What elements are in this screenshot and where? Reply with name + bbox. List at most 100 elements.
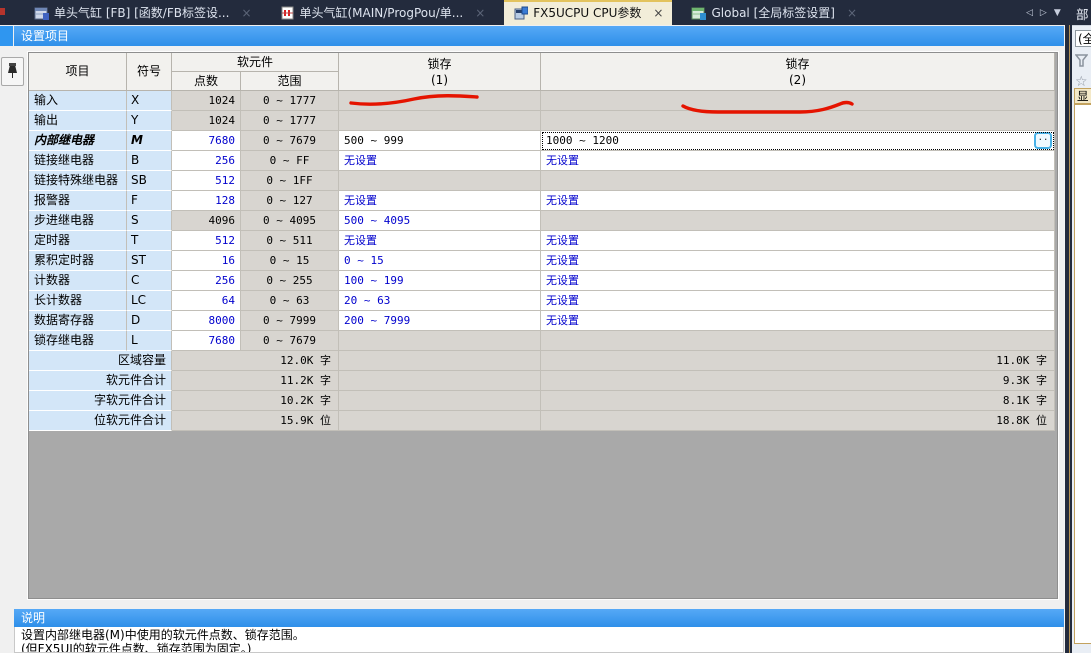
latch-cell-no-setting[interactable]: 无设置 bbox=[541, 311, 1055, 331]
document-tab-2[interactable]: FX5UCPU CPU参数× bbox=[504, 0, 672, 25]
description-line2: (但FX5UJ的软元件点数、锁存范围为固定。) bbox=[21, 642, 1063, 653]
points-cell[interactable]: 7680 bbox=[172, 331, 241, 351]
row-symbol-label: F bbox=[127, 191, 172, 211]
row-item-label: 输入 bbox=[29, 91, 127, 111]
table-row-M: 内部继电器M76800 ~ 7679500 ~ 9991000 ~ 1200.. bbox=[29, 131, 1055, 151]
latch-cell-fixed bbox=[339, 91, 541, 111]
latch-cell-value[interactable]: 0 ~ 15 bbox=[339, 251, 541, 271]
range-cell: 0 ~ 255 bbox=[241, 271, 339, 291]
col-header-latch2: 锁存 (2) bbox=[541, 53, 1055, 91]
scroll-tabs-left-icon[interactable]: ◁ bbox=[1026, 8, 1033, 18]
tab-close-icon[interactable]: × bbox=[241, 7, 251, 19]
pen-tool-button[interactable] bbox=[1, 57, 24, 86]
fb-label-editor-icon bbox=[34, 6, 49, 20]
latch-cell-fixed bbox=[541, 331, 1055, 351]
points-cell[interactable]: 7680 bbox=[172, 131, 241, 151]
description-header: 说明 bbox=[14, 609, 1064, 627]
latch-cell-no-setting[interactable]: 无设置 bbox=[339, 151, 541, 171]
gx-works3-window: 单头气缸 [FB] [函数/FB标签设...× 单头气缸(MAIN/ProgPou… bbox=[0, 0, 1091, 653]
latch-cell-value[interactable]: 500 ~ 4095 bbox=[339, 211, 541, 231]
latch-cell-value[interactable]: 100 ~ 199 bbox=[339, 271, 541, 291]
row-symbol-label: B bbox=[127, 151, 172, 171]
range-cell: 0 ~ 7679 bbox=[241, 331, 339, 351]
scroll-tabs-right-icon[interactable]: ▷ bbox=[1040, 8, 1047, 18]
row-symbol-label: Y bbox=[127, 111, 172, 131]
range-cell: 0 ~ 1777 bbox=[241, 91, 339, 111]
display-target-tab[interactable]: 显 bbox=[1074, 88, 1091, 104]
latch-cell-no-setting[interactable]: 无设置 bbox=[541, 231, 1055, 251]
latch-cell-value[interactable]: 500 ~ 999 bbox=[339, 131, 541, 151]
tab-close-icon[interactable]: × bbox=[653, 7, 663, 19]
points-cell[interactable]: 512 bbox=[172, 171, 241, 191]
document-tab-0[interactable]: 单头气缸 [FB] [函数/FB标签设...× bbox=[25, 0, 261, 25]
latch-cell-selected[interactable]: 1000 ~ 1200.. bbox=[541, 131, 1055, 151]
points-cell[interactable]: 256 bbox=[172, 271, 241, 291]
range-cell: 0 ~ 15 bbox=[241, 251, 339, 271]
summary-label: 位软元件合计 bbox=[29, 411, 172, 431]
points-cell[interactable]: 128 bbox=[172, 191, 241, 211]
row-symbol-label: L bbox=[127, 331, 172, 351]
browse-button[interactable]: .. bbox=[1034, 132, 1052, 149]
col-header-item: 项目 bbox=[29, 53, 127, 91]
points-cell[interactable]: 8000 bbox=[172, 311, 241, 331]
dock-splitter[interactable] bbox=[1064, 25, 1072, 653]
range-cell: 0 ~ 63 bbox=[241, 291, 339, 311]
row-item-label: 链接特殊继电器 bbox=[29, 171, 127, 191]
latch-cell-no-setting[interactable]: 无设置 bbox=[339, 231, 541, 251]
points-cell: 4096 bbox=[172, 211, 241, 231]
table-row-F: 报警器F1280 ~ 127无设置无设置 bbox=[29, 191, 1055, 211]
document-tab-3[interactable]: Global [全局标签设置] × bbox=[682, 0, 866, 25]
tab-close-icon[interactable]: × bbox=[847, 7, 857, 19]
latch-cell-fixed bbox=[541, 211, 1055, 231]
row-symbol-label: T bbox=[127, 231, 172, 251]
row-symbol-label: LC bbox=[127, 291, 172, 311]
element-selection-panel-title: 部 bbox=[1076, 4, 1089, 23]
summary-device-total: 15.9K 位 bbox=[172, 411, 339, 431]
row-item-label: 定时器 bbox=[29, 231, 127, 251]
row-symbol-label: D bbox=[127, 311, 172, 331]
summary-device-total: 11.2K 字 bbox=[172, 371, 339, 391]
row-item-label: 内部继电器 bbox=[29, 131, 127, 151]
row-item-label: 累积定时器 bbox=[29, 251, 127, 271]
pen-icon bbox=[6, 63, 19, 80]
table-row-LC: 长计数器LC640 ~ 6320 ~ 63无设置 bbox=[29, 291, 1055, 311]
table-row-SB: 链接特殊继电器SB5120 ~ 1FF bbox=[29, 171, 1055, 191]
latch-cell-no-setting[interactable]: 无设置 bbox=[339, 191, 541, 211]
row-item-label: 报警器 bbox=[29, 191, 127, 211]
document-tab-1[interactable]: 单头气缸(MAIN/ProgPou/单...× bbox=[271, 0, 495, 25]
tab-list-dropdown-icon[interactable]: ▼ bbox=[1054, 8, 1061, 18]
table-row-C: 计数器C2560 ~ 255100 ~ 199无设置 bbox=[29, 271, 1055, 291]
latch-cell-no-setting[interactable]: 无设置 bbox=[541, 271, 1055, 291]
latch-cell-value[interactable]: 20 ~ 63 bbox=[339, 291, 541, 311]
latch-cell-no-setting[interactable]: 无设置 bbox=[541, 191, 1055, 211]
element-filter-combobox[interactable]: (全 bbox=[1075, 30, 1091, 47]
points-cell[interactable]: 512 bbox=[172, 231, 241, 251]
latch-cell-fixed bbox=[541, 171, 1055, 191]
latch-cell-value[interactable]: 200 ~ 7999 bbox=[339, 311, 541, 331]
points-cell[interactable]: 256 bbox=[172, 151, 241, 171]
latch-cell-no-setting[interactable]: 无设置 bbox=[541, 151, 1055, 171]
description-text: 设置内部继电器(M)中使用的软元件点数、锁存范围。 (但FX5UJ的软元件点数、… bbox=[14, 627, 1064, 653]
summary-latch1-cell bbox=[339, 391, 541, 411]
points-cell[interactable]: 16 bbox=[172, 251, 241, 271]
table-row-S: 步进继电器S40960 ~ 4095500 ~ 4095 bbox=[29, 211, 1055, 231]
parameter-table-container: 项目 符号 软元件 点数 范围 锁存 (1) 锁存 bbox=[28, 52, 1058, 599]
dock-accent-block bbox=[0, 26, 13, 46]
range-cell: 0 ~ 1FF bbox=[241, 171, 339, 191]
document-tab-label: Global [全局标签设置] bbox=[711, 4, 834, 21]
latch-cell-no-setting[interactable]: 无设置 bbox=[541, 251, 1055, 271]
filter-icon[interactable] bbox=[1075, 54, 1088, 67]
row-item-label: 计数器 bbox=[29, 271, 127, 291]
cpu-parameter-icon bbox=[513, 6, 528, 20]
row-item-label: 输出 bbox=[29, 111, 127, 131]
ladder-program-icon bbox=[280, 6, 295, 20]
summary-latch1-cell bbox=[339, 371, 541, 391]
latch-cell-no-setting[interactable]: 无设置 bbox=[541, 291, 1055, 311]
points-cell[interactable]: 64 bbox=[172, 291, 241, 311]
summary-latch-total: 9.3K 字 bbox=[541, 371, 1055, 391]
row-item-label: 锁存继电器 bbox=[29, 331, 127, 351]
tab-close-icon[interactable]: × bbox=[475, 7, 485, 19]
summary-latch-total: 18.8K 位 bbox=[541, 411, 1055, 431]
summary-latch1-cell bbox=[339, 351, 541, 371]
latch-cell-fixed bbox=[541, 111, 1055, 131]
